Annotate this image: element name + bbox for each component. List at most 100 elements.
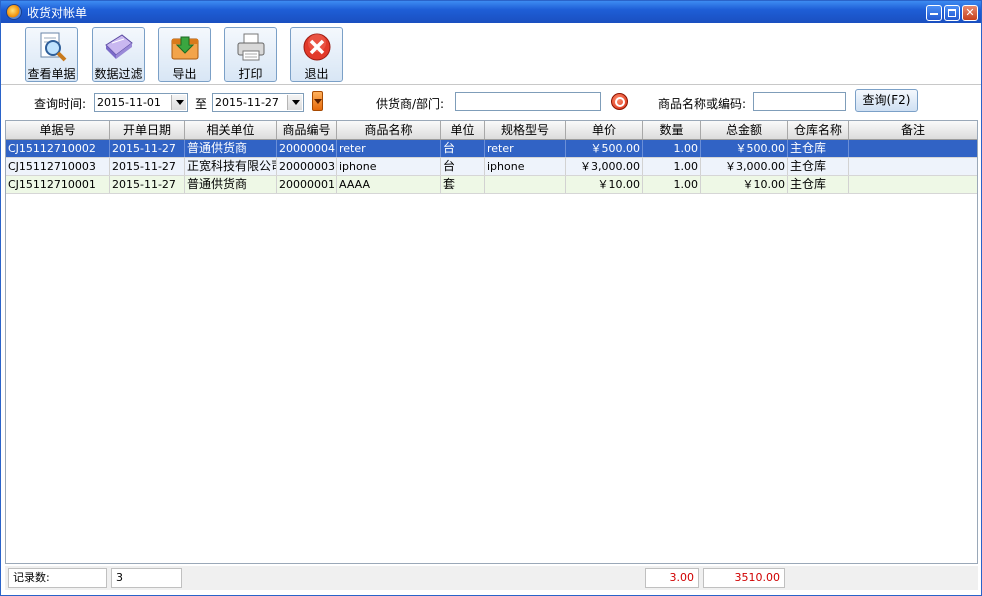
- exit-x-icon: [303, 33, 330, 61]
- cell-price: ￥10.00: [566, 176, 643, 193]
- grid-header: 单据号 开单日期 相关单位 商品编号 商品名称 单位 规格型号 单价 数量 总金…: [6, 121, 977, 140]
- exit-label: 退出: [304, 67, 329, 81]
- view-document-button[interactable]: 查看单据: [25, 27, 78, 82]
- cell-remark: [849, 158, 977, 175]
- date-to-value: 2015-11-27: [215, 96, 279, 109]
- table-row[interactable]: CJ15112710001 2015-11-27 普通供货商 20000001 …: [6, 176, 977, 194]
- query-button[interactable]: 查询(F2): [855, 89, 918, 112]
- cell-remark: [849, 176, 977, 193]
- export-label: 导出: [172, 67, 197, 81]
- column-header[interactable]: 商品名称: [337, 121, 441, 139]
- table-row[interactable]: CJ15112710003 2015-11-27 正宽科技有限公司 200000…: [6, 158, 977, 176]
- column-header[interactable]: 相关单位: [185, 121, 277, 139]
- cell-doc-no: CJ15112710002: [6, 140, 110, 157]
- column-header[interactable]: 备注: [849, 121, 977, 139]
- data-filter-button[interactable]: 数据过滤: [92, 27, 145, 82]
- cell-measure: 台: [441, 158, 485, 175]
- date-label: 查询时间:: [34, 97, 87, 111]
- record-count-label: 记录数:: [8, 568, 107, 588]
- cell-unit: 正宽科技有限公司: [187, 158, 277, 175]
- quantity-total: 3.00: [645, 568, 699, 588]
- column-header[interactable]: 总金额: [701, 121, 788, 139]
- column-header[interactable]: 单据号: [6, 121, 110, 139]
- cell-qty: 1.00: [643, 176, 701, 193]
- close-button[interactable]: ✕: [962, 5, 978, 21]
- cell-warehouse: 主仓库: [788, 140, 849, 157]
- cell-product-name: AAAA: [337, 176, 441, 193]
- record-count-value: 3: [111, 568, 182, 588]
- cell-unit: 普通供货商: [185, 140, 277, 157]
- column-header[interactable]: 仓库名称: [788, 121, 849, 139]
- data-grid: 单据号 开单日期 相关单位 商品编号 商品名称 单位 规格型号 单价 数量 总金…: [5, 120, 978, 564]
- filter-book-icon: [104, 34, 133, 59]
- view-document-label: 查看单据: [27, 67, 76, 81]
- cell-measure: 台: [441, 140, 485, 157]
- supplier-search-icon[interactable]: [611, 93, 628, 110]
- column-header[interactable]: 规格型号: [485, 121, 566, 139]
- cell-date: 2015-11-27: [110, 140, 185, 157]
- exit-button[interactable]: 退出: [290, 27, 343, 82]
- close-icon: ✕: [965, 6, 975, 19]
- cell-amount: ￥3,000.00: [701, 158, 788, 175]
- cell-date: 2015-11-27: [110, 176, 185, 193]
- title-bar: 收货对帐单 ✕: [1, 1, 981, 23]
- cell-warehouse: 主仓库: [788, 176, 849, 193]
- cell-product-code: 20000001: [279, 176, 337, 193]
- app-icon: [6, 4, 22, 20]
- minimize-button[interactable]: [926, 5, 942, 21]
- date-to-picker[interactable]: 2015-11-27: [212, 93, 304, 112]
- cell-qty: 1.00: [643, 158, 701, 175]
- export-arrow-icon: [171, 36, 198, 60]
- maximize-button[interactable]: [944, 5, 960, 21]
- column-header[interactable]: 开单日期: [110, 121, 185, 139]
- cell-spec: [485, 176, 566, 193]
- window-title: 收货对帐单: [27, 6, 88, 20]
- maximize-icon: [948, 9, 956, 17]
- cell-spec: reter: [485, 140, 566, 157]
- magnifier-document-icon: [40, 32, 66, 62]
- cell-product-name: iphone: [337, 158, 441, 175]
- toolbar: 查看单据 数据过滤 导出 打印 退出: [1, 23, 981, 85]
- cell-amount: ￥500.00: [701, 140, 788, 157]
- product-input[interactable]: [753, 92, 846, 111]
- minimize-icon: [930, 13, 938, 15]
- to-label: 至: [195, 97, 208, 111]
- cell-amount: ￥10.00: [701, 176, 788, 193]
- supplier-label: 供货商/部门:: [376, 97, 445, 111]
- cell-product-code: 20000003: [279, 158, 337, 175]
- cell-measure: 套: [441, 176, 485, 193]
- cell-product-name: reter: [337, 140, 441, 157]
- cell-doc-no: CJ15112710003: [6, 158, 110, 175]
- cell-doc-no: CJ15112710001: [6, 176, 110, 193]
- cell-product-code: 20000004: [279, 140, 337, 157]
- cell-qty: 1.00: [643, 140, 701, 157]
- cell-unit: 普通供货商: [185, 176, 277, 193]
- product-label: 商品名称或编码:: [658, 97, 747, 111]
- filter-bar: 查询时间: 2015-11-01 至 2015-11-27 供货商/部门: 商品…: [1, 86, 981, 119]
- printer-icon: [237, 33, 264, 61]
- status-footer: 记录数: 3 3.00 3510.00: [5, 566, 978, 590]
- cell-remark: [849, 140, 977, 157]
- cell-date: 2015-11-27: [110, 158, 185, 175]
- export-button[interactable]: 导出: [158, 27, 211, 82]
- amount-total: 3510.00: [703, 568, 785, 588]
- main-window: 收货对帐单 ✕ 查看单据 数据过滤 导出 打印 退出 查询时间: 2015-11…: [0, 0, 982, 596]
- cell-spec: iphone: [485, 158, 566, 175]
- date-range-dropdown-button[interactable]: [312, 91, 323, 111]
- chevron-down-icon[interactable]: [287, 95, 302, 110]
- date-from-value: 2015-11-01: [97, 96, 161, 109]
- date-from-picker[interactable]: 2015-11-01: [94, 93, 188, 112]
- data-filter-label: 数据过滤: [94, 67, 143, 81]
- cell-price: ￥500.00: [566, 140, 643, 157]
- chevron-down-icon[interactable]: [171, 95, 186, 110]
- column-header[interactable]: 数量: [643, 121, 701, 139]
- column-header[interactable]: 单价: [566, 121, 643, 139]
- print-button[interactable]: 打印: [224, 27, 277, 82]
- table-row[interactable]: CJ15112710002 2015-11-27 普通供货商 20000004 …: [6, 140, 977, 158]
- column-header[interactable]: 商品编号: [277, 121, 337, 139]
- cell-warehouse: 主仓库: [788, 158, 849, 175]
- column-header[interactable]: 单位: [441, 121, 485, 139]
- supplier-input[interactable]: [455, 92, 601, 111]
- print-label: 打印: [238, 67, 263, 81]
- cell-price: ￥3,000.00: [566, 158, 643, 175]
